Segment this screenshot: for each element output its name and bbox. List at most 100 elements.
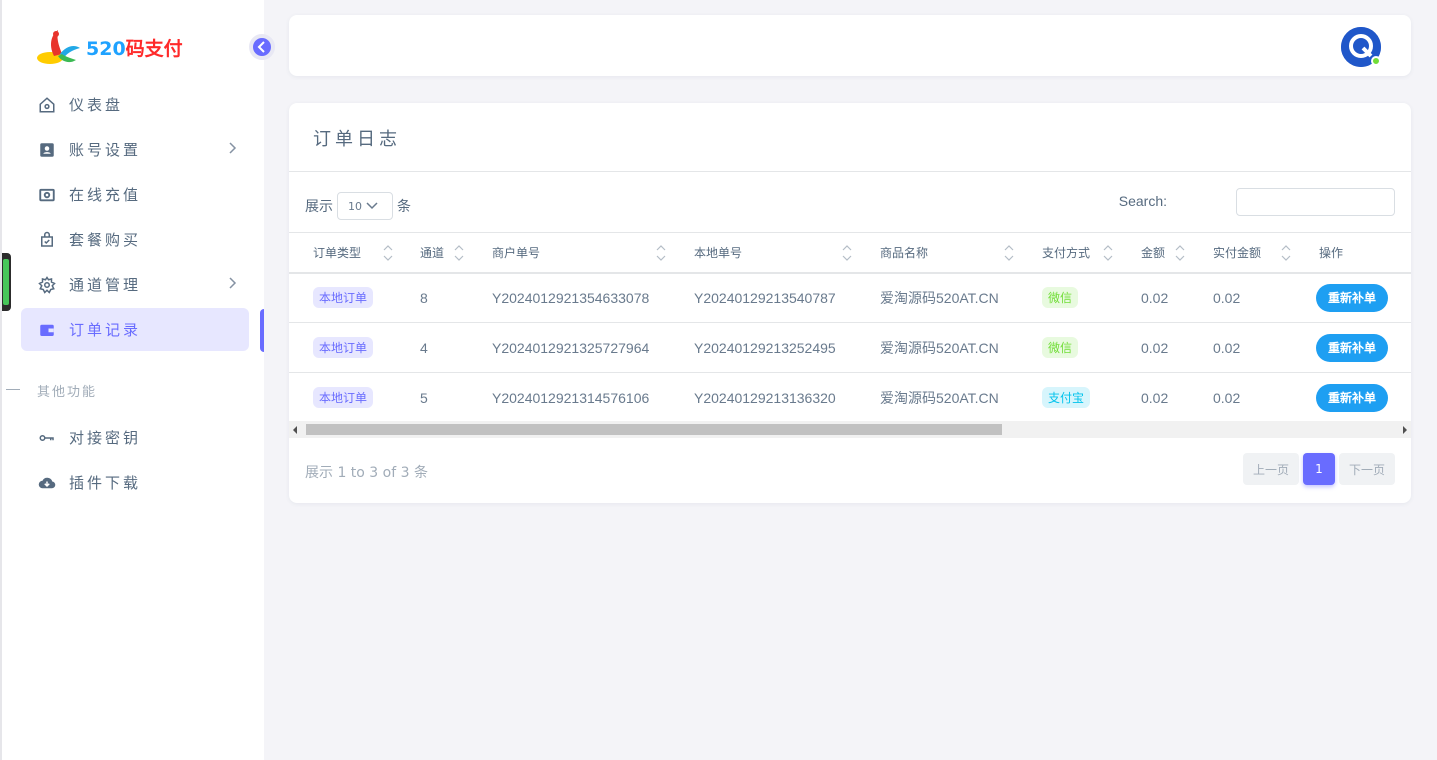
local-no-cell: Y20240129213252495 xyxy=(678,322,864,373)
pagination: 上一页 1 下一页 xyxy=(1243,453,1395,485)
search-input[interactable] xyxy=(1236,188,1395,216)
amount-cell: 0.02 xyxy=(1125,272,1197,323)
card-divider xyxy=(289,171,1411,172)
horizontal-scrollbar[interactable] xyxy=(289,421,1411,438)
column-header-action: 操作 xyxy=(1303,232,1411,274)
scroll-left-arrow-icon[interactable] xyxy=(293,426,297,434)
next-page-button[interactable]: 下一页 xyxy=(1339,453,1395,485)
sidebar-item-label: 仪表盘 xyxy=(69,96,124,114)
channel-cell: 5 xyxy=(404,372,476,423)
sidebar-item-plugin-download[interactable]: 插件下载 xyxy=(21,461,249,504)
contact-card-icon xyxy=(37,140,57,160)
sidebar-item-label: 套餐购买 xyxy=(69,231,142,249)
home-icon xyxy=(37,95,57,115)
order-type-badge: 本地订单 xyxy=(313,337,374,358)
local-no-cell: Y20240129213136320 xyxy=(678,372,864,423)
column-header-amount[interactable]: 金额 xyxy=(1125,232,1197,274)
cloud-download-icon xyxy=(37,473,57,493)
table-info: 展示 1 to 3 of 3 条 xyxy=(305,465,428,481)
sidebar: 520码支付 仪表盘 账号设置 在线充值 套餐购买 通道管理 订单记录 其他功能… xyxy=(0,0,264,760)
logo-icon xyxy=(36,26,86,68)
column-header-paid-amount[interactable]: 实付金额 xyxy=(1197,232,1303,274)
search-label: Search: xyxy=(1118,193,1167,209)
sort-icon xyxy=(842,245,852,261)
column-header-merchant-no[interactable]: 商户单号 xyxy=(476,232,678,274)
online-status-dot xyxy=(1371,56,1381,66)
table-row: 本地订单 4 Y2024012921325727964 Y20240129213… xyxy=(289,322,1411,373)
chevron-right-icon xyxy=(227,141,237,159)
column-header-local-no[interactable]: 本地单号 xyxy=(678,232,864,274)
camera-icon xyxy=(37,185,57,205)
sidebar-item-package[interactable]: 套餐购买 xyxy=(21,218,249,261)
resend-order-button[interactable]: 重新补单 xyxy=(1316,283,1388,312)
sidebar-item-recharge[interactable]: 在线充值 xyxy=(21,173,249,216)
paid-amount-cell: 0.02 xyxy=(1197,272,1303,323)
user-avatar[interactable] xyxy=(1341,27,1381,67)
sort-icon xyxy=(1281,245,1291,261)
sort-icon xyxy=(656,245,666,261)
sidebar-item-label: 通道管理 xyxy=(69,276,142,294)
gear-icon xyxy=(37,275,57,295)
sidebar-item-label: 对接密钥 xyxy=(69,429,142,447)
sidebar-item-api-key[interactable]: 对接密钥 xyxy=(21,416,249,459)
merchant-no-cell: Y2024012921325727964 xyxy=(476,322,678,373)
sort-icon xyxy=(1103,245,1113,261)
page-length-select[interactable]: 10 xyxy=(337,192,393,220)
column-header-channel[interactable]: 通道 xyxy=(404,232,476,274)
order-type-badge: 本地订单 xyxy=(313,287,374,309)
brand-logo[interactable]: 520码支付 xyxy=(36,26,183,68)
top-navbar xyxy=(289,15,1411,76)
prev-page-button[interactable]: 上一页 xyxy=(1243,453,1299,485)
pay-method-badge: 微信 xyxy=(1042,287,1079,309)
product-cell: 爱淘源码520AT.CN xyxy=(864,322,1026,373)
sidebar-collapse-button[interactable] xyxy=(249,34,275,60)
page-length-value: 10 xyxy=(348,199,362,213)
page-length-suffix: 条 xyxy=(397,199,411,215)
sidebar-item-channel-manage[interactable]: 通道管理 xyxy=(21,263,249,306)
side-tab-handle[interactable] xyxy=(2,253,11,311)
table-row: 本地订单 5 Y2024012921314576106 Y20240129213… xyxy=(289,372,1411,423)
sidebar-item-orders[interactable]: 订单记录 xyxy=(21,308,249,351)
amount-cell: 0.02 xyxy=(1125,322,1197,373)
merchant-no-cell: Y2024012921354633078 xyxy=(476,272,678,323)
product-cell: 爱淘源码520AT.CN xyxy=(864,372,1026,423)
sidebar-item-dashboard[interactable]: 仪表盘 xyxy=(21,83,249,126)
order-type-badge: 本地订单 xyxy=(313,387,374,408)
wallet-icon xyxy=(37,320,57,340)
scroll-right-arrow-icon[interactable] xyxy=(1403,426,1407,434)
channel-cell: 4 xyxy=(404,322,476,373)
table-row: 本地订单 8 Y2024012921354633078 Y20240129213… xyxy=(289,272,1411,323)
page-button-current[interactable]: 1 xyxy=(1303,453,1335,485)
sort-icon xyxy=(1004,245,1014,261)
sort-icon xyxy=(1175,245,1185,261)
scrollbar-thumb[interactable] xyxy=(306,424,1002,435)
resend-order-button[interactable]: 重新补单 xyxy=(1316,333,1388,362)
chevron-down-icon xyxy=(366,202,378,210)
section-header: 其他功能 xyxy=(37,385,98,400)
sidebar-menu-other: 对接密钥 插件下载 xyxy=(21,416,249,506)
column-header-pay-method[interactable]: 支付方式 xyxy=(1026,232,1125,274)
sort-icon xyxy=(454,245,464,261)
chevron-right-icon xyxy=(227,276,237,294)
section-divider xyxy=(6,389,20,390)
sidebar-item-account-settings[interactable]: 账号设置 xyxy=(21,128,249,171)
key-icon xyxy=(37,428,57,448)
merchant-no-cell: Y2024012921314576106 xyxy=(476,372,678,423)
sidebar-item-label: 账号设置 xyxy=(69,141,142,159)
brand-name: 520码支付 xyxy=(86,37,183,60)
active-indicator xyxy=(260,309,264,352)
shopping-bag-icon xyxy=(37,230,57,250)
page-length-control: 展示 10 条 xyxy=(305,192,411,220)
sidebar-item-label: 订单记录 xyxy=(69,321,142,339)
chevron-left-icon xyxy=(257,38,267,57)
sidebar-item-label: 插件下载 xyxy=(69,474,142,492)
column-header-type[interactable]: 订单类型 xyxy=(289,232,404,274)
amount-cell: 0.02 xyxy=(1125,372,1197,423)
orders-table: 订单类型 通道 商户单号 本地单号 商品名称 支付方式 金额 实付金额 操作 本… xyxy=(289,232,1411,423)
order-log-card: 订单日志 展示 10 条 Search: 订单类型 通道 商户单号 本地单号 商… xyxy=(289,103,1411,503)
column-header-product[interactable]: 商品名称 xyxy=(864,232,1026,274)
product-cell: 爱淘源码520AT.CN xyxy=(864,272,1026,323)
sort-icon xyxy=(383,245,393,261)
pay-method-badge: 微信 xyxy=(1042,337,1079,358)
resend-order-button[interactable]: 重新补单 xyxy=(1316,383,1388,412)
